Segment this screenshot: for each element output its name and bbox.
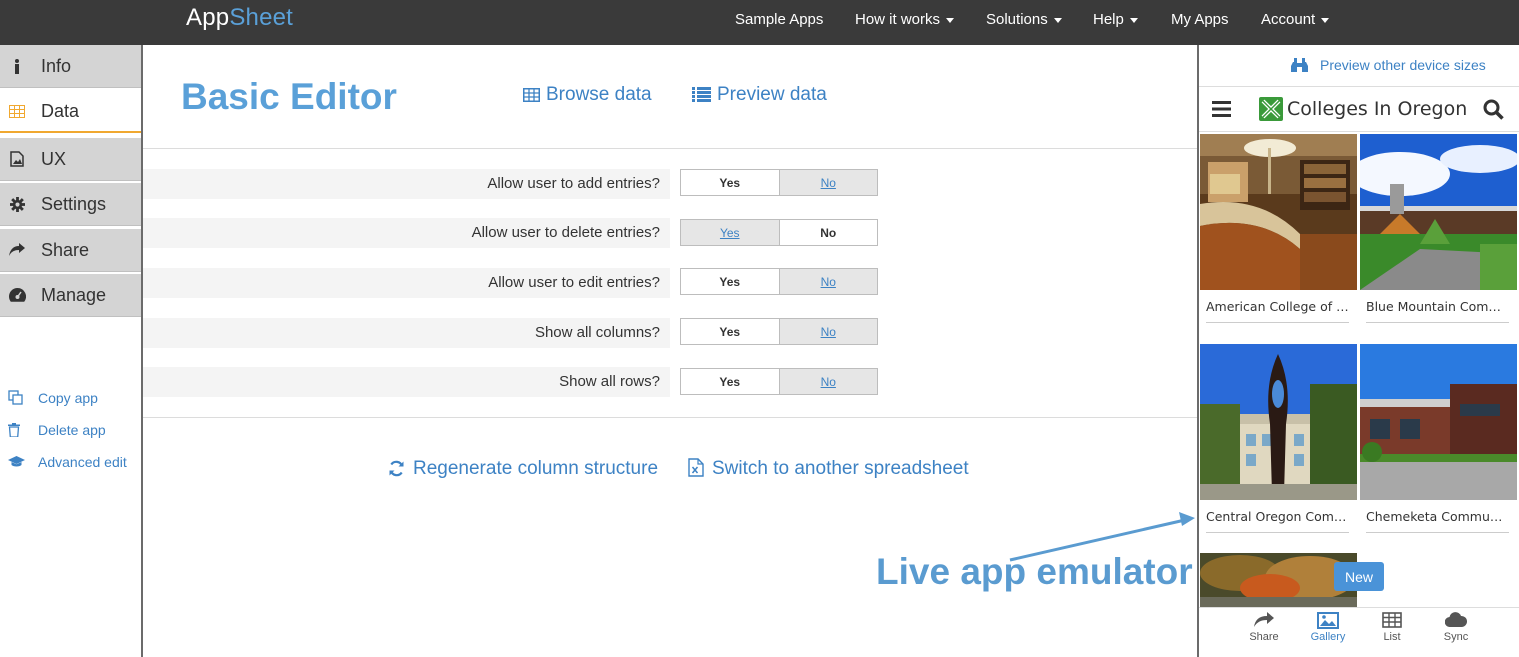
preview-data-link[interactable]: Preview data bbox=[692, 84, 827, 108]
toggle-show-rows: Yes No bbox=[680, 368, 878, 395]
binoculars-icon bbox=[1291, 58, 1308, 75]
divider bbox=[143, 417, 1198, 418]
nav-sample-apps[interactable]: Sample Apps bbox=[735, 11, 823, 28]
tile-caption: Blue Mountain Community College bbox=[1366, 299, 1509, 323]
no-option[interactable]: No bbox=[778, 269, 877, 294]
emulator-toolbar: Preview other device sizes bbox=[1199, 45, 1519, 87]
tab-gallery[interactable]: Gallery bbox=[1298, 612, 1358, 643]
tab-share[interactable]: Share bbox=[1234, 612, 1294, 643]
copy-app-link[interactable]: Copy app bbox=[8, 390, 98, 408]
page-title: Basic Editor bbox=[181, 76, 397, 117]
nav-my-apps[interactable]: My Apps bbox=[1171, 11, 1229, 28]
list-icon bbox=[692, 86, 711, 108]
table-icon bbox=[523, 86, 540, 108]
option-row-delete: Allow user to delete entries? bbox=[143, 218, 670, 248]
nav-solutions[interactable]: Solutions bbox=[986, 11, 1062, 28]
option-row-columns: Show all columns? bbox=[143, 318, 670, 348]
no-option[interactable]: No bbox=[778, 319, 877, 344]
search-icon[interactable] bbox=[1483, 99, 1504, 120]
app-title: Colleges In Oregon bbox=[1287, 98, 1468, 120]
appsheet-logo[interactable]: AppSheet bbox=[186, 4, 293, 32]
caret-down-icon bbox=[1129, 17, 1138, 23]
app-emulator: Preview other device sizes Colleges In O… bbox=[1197, 45, 1519, 657]
college-photo bbox=[1200, 344, 1357, 500]
app-tab-bar: Share Gallery List Sync bbox=[1199, 607, 1519, 652]
yes-option[interactable]: Yes bbox=[681, 170, 779, 195]
tile-caption: Chemeketa Community College bbox=[1366, 509, 1509, 533]
graduation-cap-icon bbox=[8, 455, 26, 471]
sidebar-item-info[interactable]: Info bbox=[0, 45, 141, 88]
cloud-icon bbox=[1426, 612, 1486, 630]
caret-down-icon bbox=[946, 17, 955, 23]
sidebar-item-settings[interactable]: Settings bbox=[0, 183, 141, 226]
college-photo bbox=[1360, 344, 1517, 500]
tab-sync[interactable]: Sync bbox=[1426, 612, 1486, 643]
sidebar-item-data[interactable]: Data bbox=[0, 90, 141, 133]
table-icon bbox=[1362, 612, 1422, 630]
toggle-show-columns: Yes No bbox=[680, 318, 878, 345]
info-icon bbox=[8, 57, 26, 75]
yes-option[interactable]: Yes bbox=[681, 319, 779, 344]
option-row-add: Allow user to add entries? bbox=[143, 169, 670, 199]
toggle-edit-entries: Yes No bbox=[680, 268, 878, 295]
app-logo-icon bbox=[1259, 97, 1283, 121]
gear-icon bbox=[8, 195, 26, 213]
tile-caption: Central Oregon Community College bbox=[1206, 509, 1349, 533]
yes-option[interactable]: Yes bbox=[681, 220, 779, 245]
new-button[interactable]: New bbox=[1334, 562, 1384, 591]
refresh-icon bbox=[388, 460, 405, 483]
excel-file-icon bbox=[688, 458, 704, 483]
image-file-icon bbox=[8, 150, 26, 168]
top-navbar: AppSheet Sample Apps How it works Soluti… bbox=[0, 0, 1519, 45]
table-icon bbox=[8, 102, 26, 120]
dashboard-icon bbox=[8, 286, 26, 304]
image-icon bbox=[1298, 612, 1358, 630]
toggle-delete-entries: Yes No bbox=[680, 219, 878, 246]
trash-icon bbox=[8, 422, 26, 440]
caret-down-icon bbox=[1321, 17, 1330, 23]
share-arrow-icon bbox=[8, 241, 26, 259]
nav-account[interactable]: Account bbox=[1261, 11, 1330, 28]
switch-spreadsheet-link[interactable]: Switch to another spreadsheet bbox=[688, 458, 969, 483]
preview-device-sizes-link[interactable]: Preview other device sizes bbox=[1291, 57, 1486, 75]
yes-option[interactable]: Yes bbox=[681, 369, 779, 394]
app-header: Colleges In Oregon bbox=[1199, 88, 1519, 132]
caret-down-icon bbox=[1053, 17, 1062, 23]
no-option[interactable]: No bbox=[778, 369, 877, 394]
option-row-edit: Allow user to edit entries? bbox=[143, 268, 670, 298]
regenerate-column-structure-link[interactable]: Regenerate column structure bbox=[388, 458, 658, 483]
sidebar-item-share[interactable]: Share bbox=[0, 229, 141, 272]
college-photo bbox=[1200, 134, 1357, 290]
browse-data-link[interactable]: Browse data bbox=[523, 84, 652, 108]
no-option[interactable]: No bbox=[778, 170, 877, 195]
hamburger-menu-icon[interactable] bbox=[1212, 101, 1231, 117]
sidebar: Info Data UX Settings Share Manage Copy … bbox=[0, 45, 143, 657]
sidebar-item-manage[interactable]: Manage bbox=[0, 274, 141, 317]
share-arrow-icon bbox=[1234, 612, 1294, 630]
divider bbox=[143, 148, 1198, 149]
toggle-add-entries: Yes No bbox=[680, 169, 878, 196]
nav-how-it-works[interactable]: How it works bbox=[855, 11, 955, 28]
no-option[interactable]: No bbox=[778, 220, 877, 245]
nav-help[interactable]: Help bbox=[1093, 11, 1138, 28]
tile-caption: American College of Healthcare Sciences bbox=[1206, 299, 1349, 323]
yes-option[interactable]: Yes bbox=[681, 269, 779, 294]
copy-icon bbox=[8, 390, 26, 408]
tab-list[interactable]: List bbox=[1362, 612, 1422, 643]
sidebar-item-ux[interactable]: UX bbox=[0, 138, 141, 181]
advanced-edit-link[interactable]: Advanced edit bbox=[8, 454, 127, 471]
option-row-rows: Show all rows? bbox=[143, 367, 670, 397]
annotation-label: Live app emulator bbox=[876, 551, 1193, 592]
delete-app-link[interactable]: Delete app bbox=[8, 422, 106, 440]
college-photo bbox=[1360, 134, 1517, 290]
